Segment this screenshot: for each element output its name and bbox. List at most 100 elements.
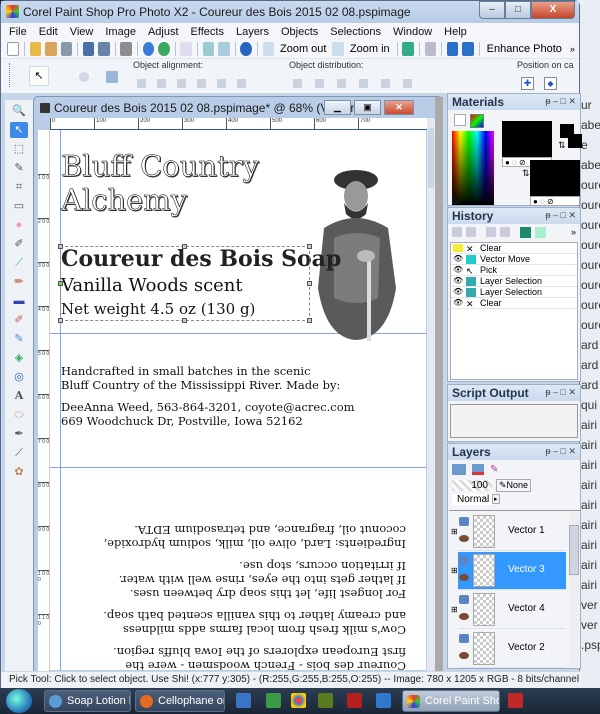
menu-edit[interactable]: Edit: [39, 26, 58, 38]
paint-brush-tool-icon[interactable]: ✏: [10, 274, 28, 290]
flood-fill-tool-icon[interactable]: ◈: [10, 350, 28, 366]
maximize-button[interactable]: □: [505, 1, 531, 19]
crop-tool-icon[interactable]: ⌗: [10, 179, 28, 195]
align-top-icon[interactable]: [137, 79, 146, 88]
organizer-icon[interactable]: [462, 42, 474, 56]
align-vcenter-icon[interactable]: [217, 79, 226, 88]
visibility-icon[interactable]: [453, 244, 463, 252]
zoom-in-icon[interactable]: [332, 42, 344, 56]
distribute-bottom-icon[interactable]: [337, 79, 346, 88]
blend-mode-dropdown-icon[interactable]: ▸: [492, 494, 500, 504]
panel-controls[interactable]: ᵽ ‒ □ ✕: [546, 387, 577, 398]
undo-icon[interactable]: [142, 42, 155, 56]
distribute-top-icon[interactable]: [293, 79, 302, 88]
align-right-icon[interactable]: [197, 79, 206, 88]
selection-handle[interactable]: [182, 244, 187, 249]
panel-controls[interactable]: ᵽ ‒ □ ✕: [546, 446, 577, 457]
menu-adjust[interactable]: Adjust: [148, 26, 179, 38]
retouch-tool-icon[interactable]: ⟋: [10, 445, 28, 461]
save-script-icon[interactable]: [520, 226, 531, 238]
selection-handle[interactable]: [58, 318, 63, 323]
filezilla-icon[interactable]: [347, 693, 362, 708]
eye-icon[interactable]: 👁: [453, 255, 463, 263]
distribute-center-icon[interactable]: [381, 79, 390, 88]
eye-icon[interactable]: 👁: [453, 277, 463, 285]
distribute-right-icon[interactable]: [403, 79, 412, 88]
redo-icon[interactable]: [158, 42, 170, 56]
browse-icon[interactable]: [45, 42, 57, 56]
dropper-tool-icon[interactable]: ✎: [10, 160, 28, 176]
background-swatch[interactable]: [530, 160, 580, 196]
selection-handle[interactable]: [307, 244, 312, 249]
text-tool-icon[interactable]: A: [10, 388, 28, 404]
pick-tool-icon[interactable]: ↖: [10, 122, 28, 138]
taskbar-item-cellophane[interactable]: Cellophane or p...: [135, 690, 225, 712]
mask-selector[interactable]: ✎None: [496, 478, 532, 492]
menu-file[interactable]: File: [9, 26, 27, 38]
menu-objects[interactable]: Objects: [281, 26, 318, 38]
layout-icon[interactable]: [424, 42, 437, 56]
scrollbar-thumb[interactable]: [428, 128, 434, 188]
selection-tool-icon[interactable]: ⬚: [10, 141, 28, 157]
blend-mode-select[interactable]: Normal: [452, 493, 492, 505]
background-eraser-icon[interactable]: ✎: [10, 331, 28, 347]
menu-window[interactable]: Window: [393, 26, 432, 38]
menu-effects[interactable]: Effects: [191, 26, 224, 38]
toolbar-overflow-button[interactable]: »: [570, 44, 575, 54]
select-object-icon[interactable]: [106, 71, 118, 83]
swap-colors-icon[interactable]: ⇅: [522, 168, 530, 179]
save-icon[interactable]: [82, 42, 95, 56]
panel-controls[interactable]: ᵽ ‒ □ ✕: [546, 96, 577, 107]
enhance-photo-button[interactable]: Enhance Photo: [487, 43, 562, 55]
history-item[interactable]: 👁 ✕ Clear: [451, 298, 577, 309]
delete-layer-icon[interactable]: [472, 463, 484, 475]
zoom-out-icon[interactable]: [262, 42, 274, 56]
expand-group-icon[interactable]: ⊞: [451, 566, 458, 575]
menu-view[interactable]: View: [70, 26, 94, 38]
align-bottom-icon[interactable]: [157, 79, 166, 88]
image-canvas[interactable]: Bluff Country Alchemy Coureur des Bois S…: [50, 130, 426, 670]
dreamweaver-icon[interactable]: [318, 693, 333, 708]
close-button[interactable]: X: [531, 1, 575, 19]
rainbow-tab-icon[interactable]: [470, 114, 484, 128]
vcenter-on-canvas-icon[interactable]: ◆: [544, 77, 557, 90]
reset-colors-icon[interactable]: [452, 195, 461, 204]
eye-icon[interactable]: 👁: [453, 266, 463, 274]
crop-icon[interactable]: [218, 42, 230, 56]
menu-image[interactable]: Image: [105, 26, 136, 38]
expand-group-icon[interactable]: ⊞: [451, 527, 458, 536]
layers-scrollbar[interactable]: [569, 513, 579, 667]
airbrush-tool-icon[interactable]: ▬: [10, 293, 28, 309]
redo-history-icon[interactable]: [466, 227, 476, 237]
selection-handle[interactable]: [307, 281, 312, 286]
menu-selections[interactable]: Selections: [330, 26, 381, 38]
clear-history-icon[interactable]: [486, 227, 496, 237]
scan-icon[interactable]: [60, 42, 72, 56]
selection-bounding-box[interactable]: [60, 246, 310, 321]
new-file-icon[interactable]: [7, 42, 19, 56]
eye-icon[interactable]: 👁: [453, 288, 463, 296]
app-icon[interactable]: [291, 693, 306, 708]
script-output-area[interactable]: [450, 404, 578, 438]
align-hcenter-icon[interactable]: [237, 79, 246, 88]
warp-brush-icon[interactable]: ◎: [10, 369, 28, 385]
taskbar-item-corel[interactable]: Corel Paint Sho...: [402, 690, 500, 712]
color-replacer-icon[interactable]: ✿: [10, 464, 28, 480]
scratch-remover-icon[interactable]: ⟋: [10, 255, 28, 271]
rotate-icon[interactable]: [202, 42, 215, 56]
distribute-middle-icon[interactable]: [315, 79, 324, 88]
zoom-in-button[interactable]: Zoom in: [350, 43, 390, 55]
visibility-eye-icon[interactable]: [459, 535, 469, 542]
vertical-scrollbar[interactable]: [427, 118, 435, 688]
word-icon[interactable]: [236, 693, 251, 708]
visibility-eye-icon[interactable]: [459, 652, 469, 659]
save-as-icon[interactable]: [98, 42, 110, 56]
ellipse-option-icon[interactable]: [79, 72, 89, 82]
swap-small-icon[interactable]: ⇅: [558, 140, 566, 151]
resize-icon[interactable]: [180, 42, 192, 56]
selection-handle[interactable]: [182, 318, 187, 323]
distribute-left-icon[interactable]: [359, 79, 368, 88]
open-folder-icon[interactable]: [29, 42, 42, 56]
scrollbar-thumb[interactable]: [569, 525, 579, 575]
undo-history-icon[interactable]: [452, 227, 462, 237]
